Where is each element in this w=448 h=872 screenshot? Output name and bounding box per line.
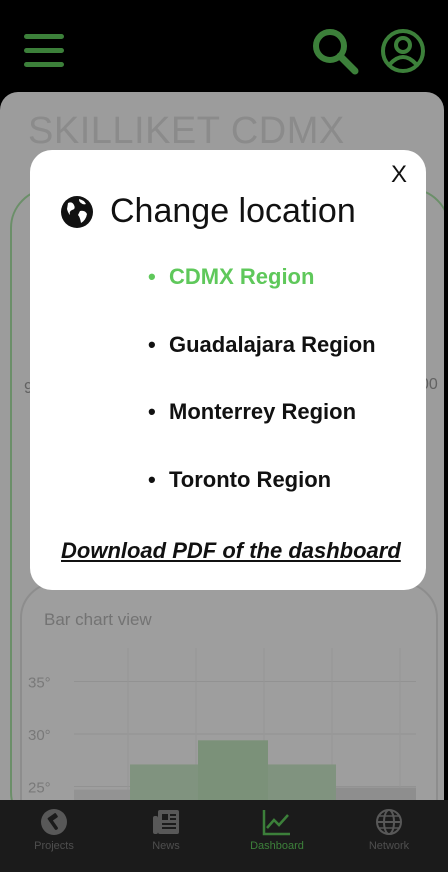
region-label: Toronto Region bbox=[169, 467, 332, 492]
region-label: CDMX Region bbox=[169, 264, 315, 289]
region-label: Guadalajara Region bbox=[169, 332, 376, 357]
bullet: • bbox=[148, 399, 156, 424]
region-option-monterrey[interactable]: • Monterrey Region bbox=[148, 399, 356, 425]
region-option-guadalajara[interactable]: • Guadalajara Region bbox=[148, 332, 376, 358]
bullet: • bbox=[148, 332, 156, 357]
region-label: Monterrey Region bbox=[169, 399, 357, 424]
bullet: • bbox=[148, 264, 156, 289]
region-option-cdmx[interactable]: • CDMX Region bbox=[148, 264, 314, 290]
close-button[interactable]: X bbox=[388, 162, 410, 188]
region-option-toronto[interactable]: • Toronto Region bbox=[148, 467, 331, 493]
modal-title: Change location bbox=[110, 192, 356, 230]
download-pdf-link[interactable]: Download PDF of the dashboard bbox=[61, 538, 401, 564]
globe-icon bbox=[61, 196, 93, 228]
bullet: • bbox=[148, 467, 156, 492]
